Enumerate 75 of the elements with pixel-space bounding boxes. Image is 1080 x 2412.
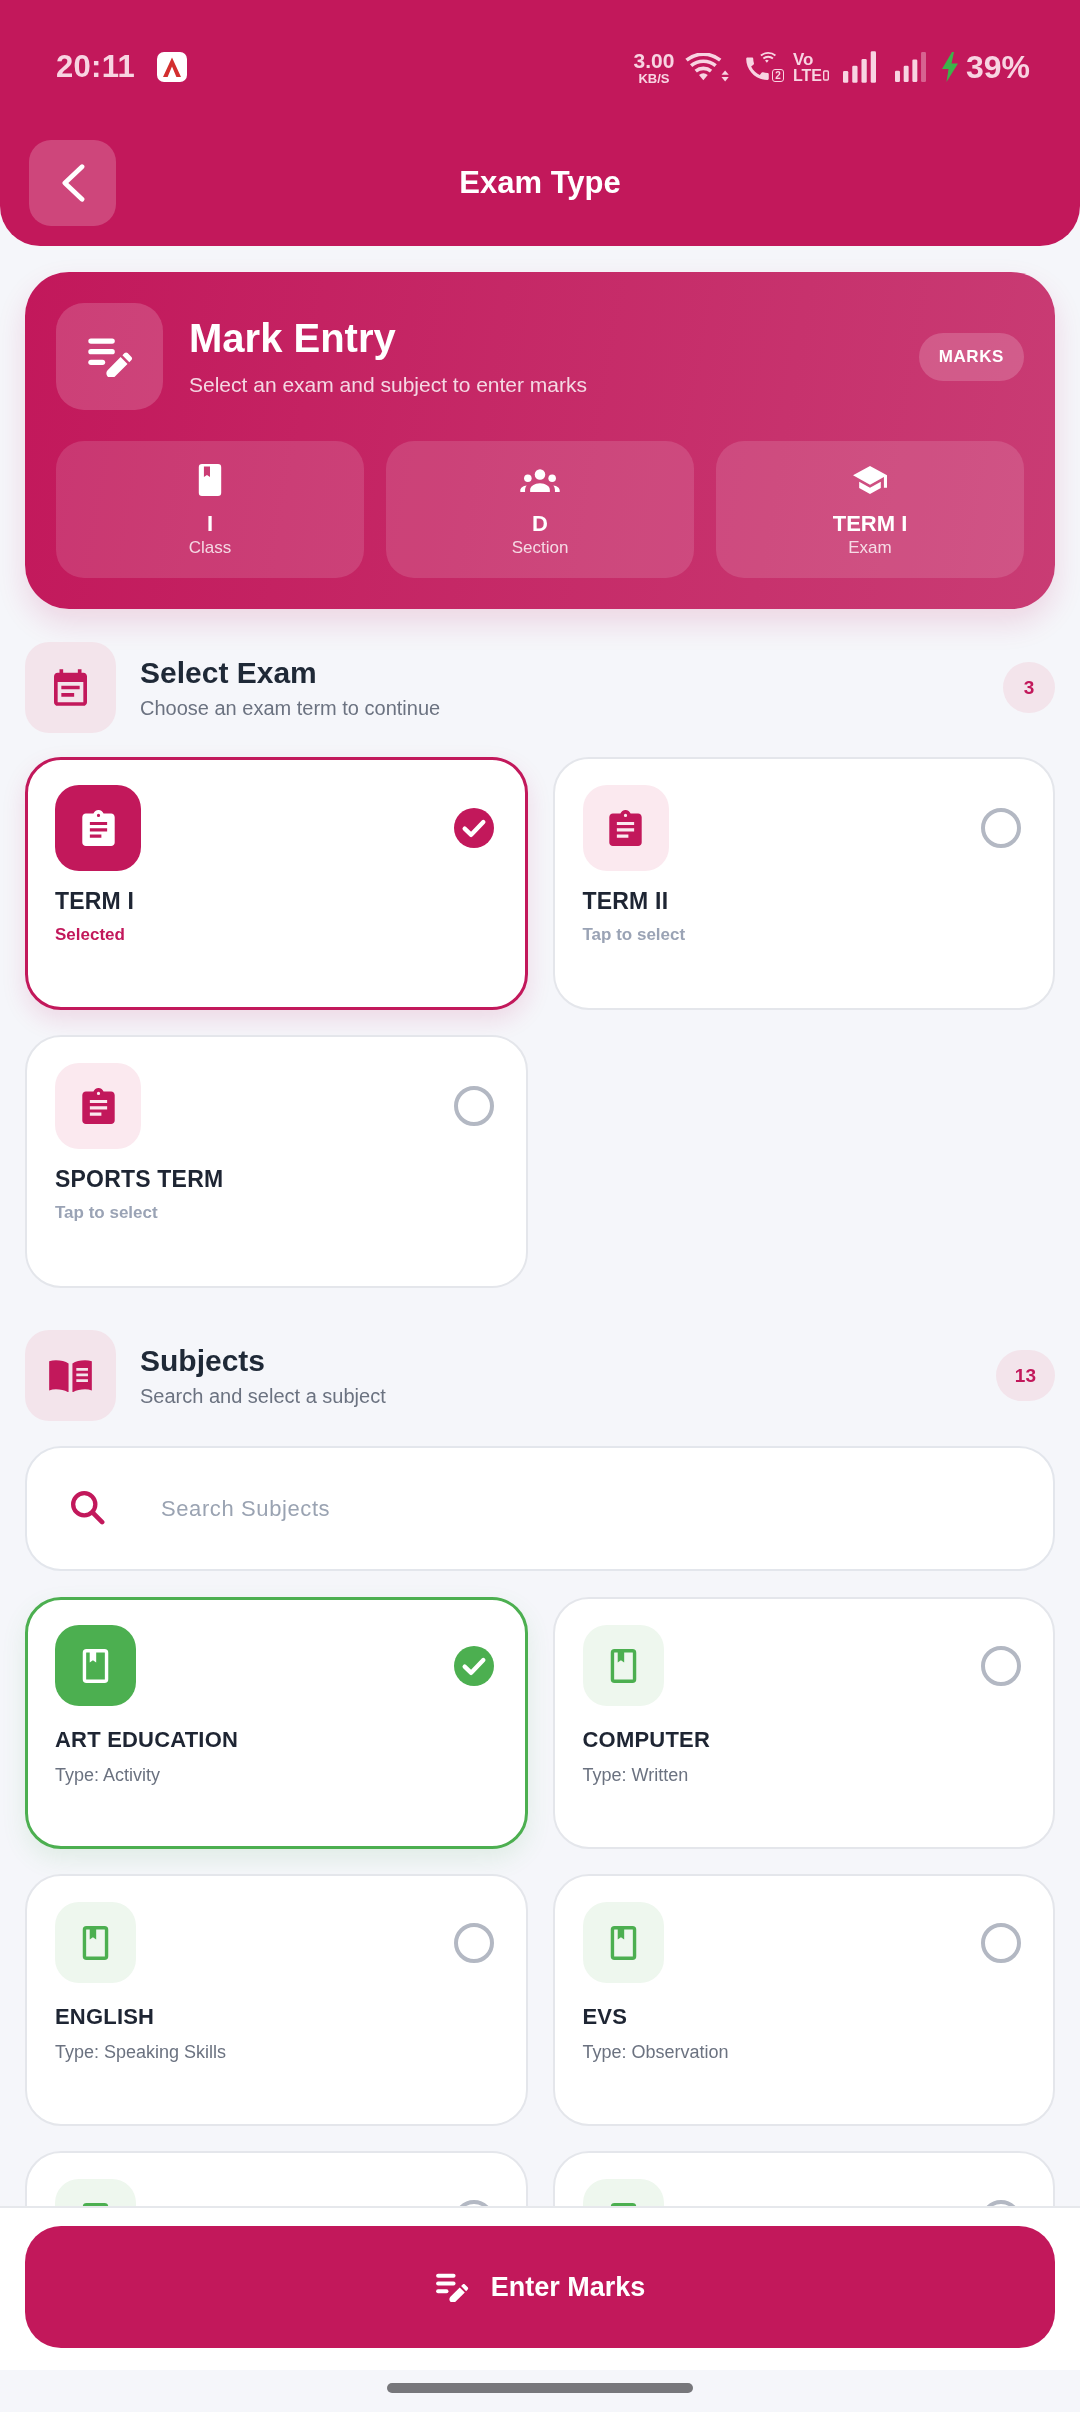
volte-label: Vo — [792, 50, 814, 68]
battery-percent: 39% — [965, 48, 1030, 86]
subject-type: Type: Written — [582, 1764, 690, 1786]
subject-type: Type: Observation — [582, 2041, 730, 2063]
clipboard-icon — [55, 1063, 141, 1149]
search-icon — [71, 1491, 105, 1525]
book-icon — [55, 1902, 136, 1983]
radio-circle-icon — [453, 1086, 494, 1126]
signal-icon — [894, 52, 926, 82]
card-subtitle: Select an exam and subject to enter marks — [189, 371, 589, 398]
subject-card[interactable]: ART EDUCATION Type: Activity — [25, 1597, 528, 1849]
info-label: Class — [188, 537, 232, 559]
section-subtitle: Choose an exam term to continue — [140, 695, 442, 720]
sim-number: 2 — [772, 69, 784, 82]
enter-marks-button[interactable]: Enter Marks — [25, 2226, 1055, 2348]
clipboard-icon — [55, 785, 141, 871]
app-notification-icon — [157, 52, 188, 82]
count-badge: 3 — [1003, 662, 1055, 713]
subject-card[interactable]: EVS Type: Observation — [552, 1874, 1055, 2126]
section-title: Subjects — [140, 1343, 267, 1378]
edit-notes-icon — [434, 2272, 469, 2302]
marks-tag: MARKS — [918, 332, 1024, 381]
header-title: Exam Type — [458, 165, 622, 201]
exam-card[interactable]: SPORTS TERM Tap to select — [25, 1035, 528, 1288]
signal-icon — [842, 51, 876, 83]
edit-notes-icon — [56, 303, 163, 410]
clipboard-icon — [582, 785, 669, 871]
open-book-icon — [25, 1330, 116, 1421]
status-time: 20:11 — [56, 49, 136, 85]
radio-circle-icon — [453, 1922, 494, 1963]
subject-name: ART EDUCATION — [55, 1726, 240, 1754]
lte-box-icon — [822, 70, 829, 81]
radio-circle-icon — [981, 1922, 1021, 1963]
exam-status: Selected — [55, 924, 126, 946]
subject-card[interactable]: ENGLISH Type: Speaking Skills — [25, 1874, 528, 2126]
subject-type: Type: Activity — [55, 1764, 162, 1786]
subject-card[interactable]: COMPUTER Type: Written — [552, 1597, 1055, 1849]
count-badge: 13 — [995, 1350, 1055, 1401]
exam-name: TERM II — [582, 887, 670, 916]
graduation-cap-icon — [853, 466, 887, 494]
book-icon — [582, 1902, 664, 1983]
back-button[interactable] — [29, 140, 116, 226]
radio-circle-icon — [981, 808, 1021, 848]
lte-label: LTE — [792, 67, 822, 84]
net-speed: 3.00 — [633, 49, 675, 71]
book-icon — [197, 464, 223, 496]
book-icon — [55, 1625, 136, 1706]
book-icon — [582, 1625, 664, 1706]
net-speed-unit: KB/S — [638, 71, 670, 85]
subject-name: EVS — [582, 2003, 629, 2031]
calendar-icon — [25, 642, 116, 733]
exam-name: TERM I — [55, 887, 136, 916]
card-title: Mark Entry — [189, 315, 397, 360]
search-field[interactable]: Search Subjects — [25, 1446, 1055, 1571]
section-subtitle: Search and select a subject — [140, 1383, 387, 1408]
info-value: TERM I — [832, 511, 908, 537]
info-label: Section — [511, 537, 569, 559]
info-value: D — [532, 511, 548, 537]
info-value: I — [206, 511, 214, 537]
exam-name: SPORTS TERM — [55, 1165, 225, 1194]
check-circle-icon — [453, 808, 494, 848]
check-circle-icon — [453, 1645, 494, 1686]
exam-card[interactable]: TERM I Selected — [25, 757, 528, 1010]
exam-status: Tap to select — [55, 1202, 159, 1224]
subject-name: ENGLISH — [55, 2003, 156, 2031]
info-label: Exam — [848, 537, 892, 559]
radio-circle-icon — [981, 1645, 1021, 1686]
chevron-left-icon — [60, 164, 85, 202]
exam-card[interactable]: TERM II Tap to select — [552, 757, 1055, 1010]
exam-status: Tap to select — [582, 924, 687, 946]
section-title: Select Exam — [140, 655, 318, 690]
subject-name: COMPUTER — [582, 1726, 711, 1754]
people-icon — [520, 468, 560, 492]
subject-type: Type: Speaking Skills — [55, 2041, 228, 2063]
wifi-icon — [685, 52, 730, 82]
